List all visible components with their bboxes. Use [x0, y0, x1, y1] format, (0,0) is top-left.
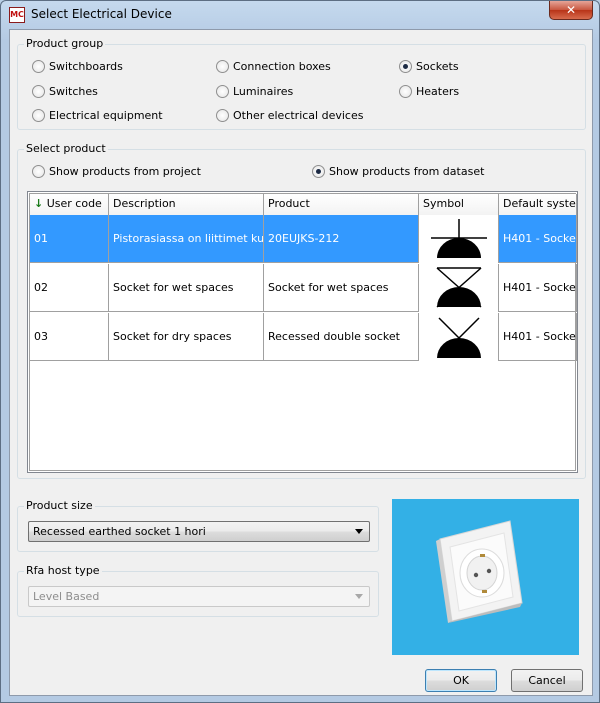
radio-label: Luminaires	[233, 85, 294, 98]
cell-description: Pistorasiassa on liittimet kutakin	[109, 215, 264, 263]
table-row[interactable]: 02 Socket for wet spaces Socket for wet …	[30, 264, 577, 312]
cell-description: Socket for wet spaces	[109, 264, 264, 312]
cell-user-code: 01	[30, 215, 109, 263]
cell-symbol	[419, 313, 499, 361]
radio-label: Connection boxes	[233, 60, 331, 73]
cell-description: Socket for dry spaces	[109, 313, 264, 361]
radio-switches[interactable]: Switches	[32, 85, 98, 98]
product-preview	[392, 499, 579, 655]
rfa-host-type-value: Level Based	[33, 590, 100, 603]
column-header-label: User code	[46, 197, 102, 210]
radio-indicator	[32, 165, 45, 178]
product-size-select[interactable]: Recessed earthed socket 1 hori	[28, 521, 370, 542]
cell-product: Recessed double socket	[264, 313, 419, 361]
product-group-label: Product group	[24, 37, 106, 50]
product-size-box: Product size Recessed earthed socket 1 h…	[17, 499, 379, 552]
cell-product: Socket for wet spaces	[264, 264, 419, 312]
product-size-label: Product size	[24, 499, 95, 512]
app-icon: MC	[9, 7, 25, 23]
rfa-host-type-label: Rfa host type	[24, 564, 102, 577]
close-button[interactable]: ✕	[549, 1, 593, 20]
sort-down-icon: ↓	[34, 197, 44, 210]
cell-default-system: H401 - Sockets	[499, 264, 577, 312]
column-header-user-code[interactable]: ↓ User code	[30, 194, 109, 215]
column-header-description[interactable]: Description	[109, 194, 264, 215]
radio-indicator	[32, 85, 45, 98]
rfa-host-type-select: Level Based	[28, 586, 370, 607]
radio-label: Show products from project	[49, 165, 201, 178]
product-group-box: Product group Switchboards Connection bo…	[17, 37, 586, 130]
radio-show-from-project[interactable]: Show products from project	[32, 165, 201, 178]
table-row[interactable]: 03 Socket for dry spaces Recessed double…	[30, 313, 577, 361]
radio-indicator	[216, 109, 229, 122]
radio-indicator	[216, 85, 229, 98]
cell-user-code: 02	[30, 264, 109, 312]
radio-label: Show products from dataset	[329, 165, 485, 178]
socket-symbol-icon	[430, 219, 487, 258]
cell-default-system: H401 - Sockets	[499, 215, 577, 263]
radio-indicator	[32, 109, 45, 122]
column-header-product[interactable]: Product	[264, 194, 419, 215]
radio-switchboards[interactable]: Switchboards	[32, 60, 123, 73]
radio-label: Electrical equipment	[49, 109, 163, 122]
cell-product: 20EUJKS-212	[264, 215, 419, 263]
cell-default-system: H401 - Sockets	[499, 313, 577, 361]
radio-show-from-dataset[interactable]: Show products from dataset	[312, 165, 484, 178]
radio-sockets[interactable]: Sockets	[399, 60, 459, 73]
rfa-host-type-box: Rfa host type Level Based	[17, 564, 379, 617]
radio-label: Heaters	[416, 85, 460, 98]
radio-label: Sockets	[416, 60, 459, 73]
column-header-default-system[interactable]: Default system	[499, 194, 577, 215]
radio-label: Switchboards	[49, 60, 123, 73]
radio-indicator	[312, 165, 325, 178]
cell-symbol	[419, 215, 499, 263]
product-grid-body: ↓ User code Description Product Symbol D…	[29, 193, 577, 471]
chevron-down-icon	[355, 529, 363, 534]
dialog-window: MC Select Electrical Device ✕ Product gr…	[0, 0, 600, 703]
table-row[interactable]: 01 Pistorasiassa on liittimet kutakin 20…	[30, 215, 577, 263]
product-grid[interactable]: ↓ User code Description Product Symbol D…	[27, 191, 578, 473]
radio-label: Switches	[49, 85, 98, 98]
cell-user-code: 03	[30, 313, 109, 361]
chevron-down-icon	[355, 594, 363, 599]
radio-label: Other electrical devices	[233, 109, 364, 122]
socket-preview-image	[436, 520, 523, 623]
wet-socket-symbol-icon	[436, 267, 481, 308]
radio-indicator	[399, 60, 412, 73]
radio-luminaires[interactable]: Luminaires	[216, 85, 293, 98]
column-header-symbol[interactable]: Symbol	[419, 194, 499, 215]
radio-indicator	[32, 60, 45, 73]
grid-header: ↓ User code Description Product Symbol D…	[30, 194, 577, 215]
radio-connection-boxes[interactable]: Connection boxes	[216, 60, 331, 73]
product-size-value: Recessed earthed socket 1 hori	[33, 525, 206, 538]
radio-indicator	[216, 60, 229, 73]
title-bar[interactable]: MC Select Electrical Device ✕	[1, 1, 599, 29]
radio-heaters[interactable]: Heaters	[399, 85, 459, 98]
radio-electrical-equipment[interactable]: Electrical equipment	[32, 109, 163, 122]
ok-button[interactable]: OK	[425, 669, 497, 692]
radio-indicator	[399, 85, 412, 98]
select-product-label: Select product	[24, 142, 108, 155]
radio-other-electrical-devices[interactable]: Other electrical devices	[216, 109, 363, 122]
dialog-client-area: Product group Switchboards Connection bo…	[9, 29, 593, 696]
window-title: Select Electrical Device	[31, 7, 172, 21]
cell-symbol	[419, 264, 499, 312]
double-socket-symbol-icon	[436, 317, 481, 358]
cancel-button[interactable]: Cancel	[511, 669, 583, 692]
